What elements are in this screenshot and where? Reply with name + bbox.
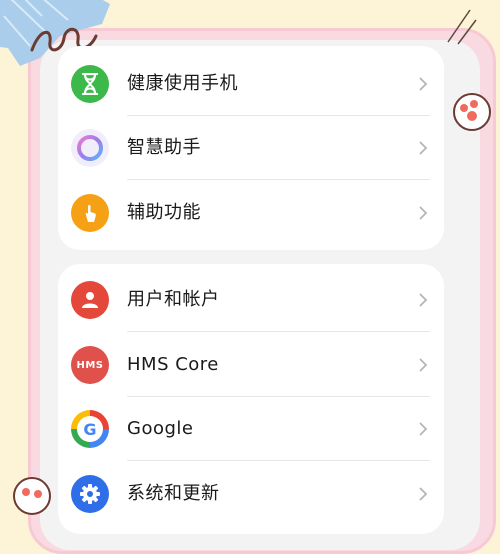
settings-item-google[interactable]: G Google: [58, 397, 444, 461]
user-icon: [71, 281, 109, 319]
hms-icon-text: HMS: [76, 359, 104, 371]
chevron-right-icon: [419, 206, 428, 220]
google-icon: G: [71, 410, 109, 448]
hand-pointer-icon: [71, 194, 109, 232]
settings-item-label: Google: [127, 418, 194, 439]
chevron-right-icon: [419, 77, 428, 91]
settings-item-digital-balance[interactable]: 健康使用手机: [58, 52, 444, 116]
google-icon-letter: G: [83, 419, 97, 439]
settings-group-2: 用户和帐户 HMS HMS Core G Google 系统和更新: [58, 264, 444, 534]
settings-item-system-updates[interactable]: 系统和更新: [58, 462, 444, 526]
divider: [127, 460, 430, 461]
chevron-right-icon: [419, 422, 428, 436]
chevron-right-icon: [419, 487, 428, 501]
assistant-ring-icon: [71, 129, 109, 167]
settings-group-1: 健康使用手机 智慧助手 辅助功能: [58, 46, 444, 250]
settings-item-smart-assistant[interactable]: 智慧助手: [58, 116, 444, 180]
paw-decoration-left: [13, 477, 51, 515]
settings-item-label: 用户和帐户: [127, 289, 220, 310]
chevron-right-icon: [419, 293, 428, 307]
settings-item-accessibility[interactable]: 辅助功能: [58, 181, 444, 245]
gear-icon: [71, 475, 109, 513]
settings-item-label: 健康使用手机: [127, 73, 238, 94]
chevron-right-icon: [419, 358, 428, 372]
settings-item-label: HMS Core: [127, 354, 219, 375]
hourglass-icon: [71, 65, 109, 103]
corner-lines-decoration: [447, 9, 477, 45]
divider: [127, 331, 430, 332]
hms-icon: HMS: [71, 346, 109, 384]
divider: [127, 179, 430, 180]
paw-decoration-right: [453, 93, 491, 131]
settings-item-label: 系统和更新: [127, 483, 220, 504]
settings-item-hms-core[interactable]: HMS HMS Core: [58, 333, 444, 397]
chevron-right-icon: [419, 141, 428, 155]
settings-item-label: 智慧助手: [127, 137, 201, 158]
settings-item-label: 辅助功能: [127, 202, 201, 223]
settings-item-users-accounts[interactable]: 用户和帐户: [58, 268, 444, 332]
